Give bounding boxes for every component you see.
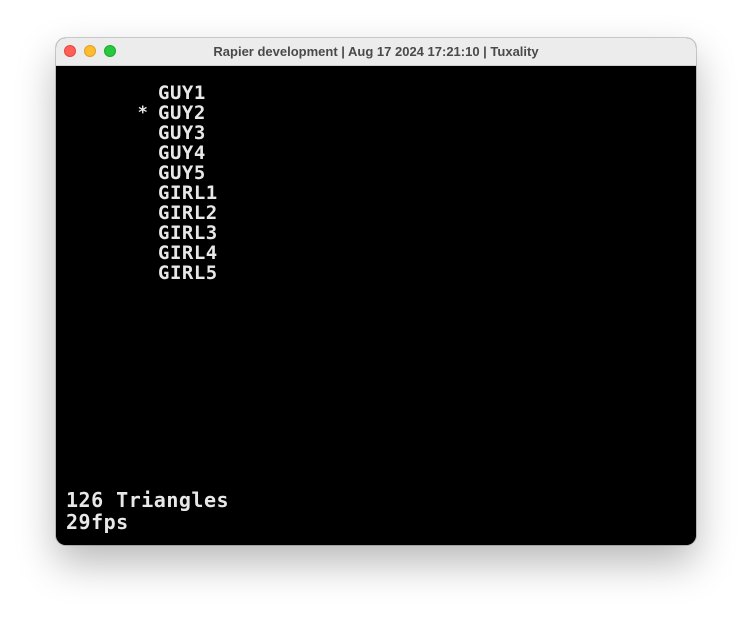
window-title: Rapier development | Aug 17 2024 17:21:1… — [213, 44, 539, 59]
menu-item-label: GIRL2 — [158, 202, 218, 224]
menu-item-label: GIRL3 — [158, 222, 218, 244]
menu-item-label: GUY2 — [158, 102, 206, 124]
debug-hud: 126 Triangles 29fps — [66, 489, 229, 533]
menu-item-label: GIRL5 — [158, 262, 218, 284]
menu-item-girl1[interactable]: GIRL1 — [134, 183, 218, 203]
menu-item-girl2[interactable]: GIRL2 — [134, 203, 218, 223]
menu-item-guy1[interactable]: GUY1 — [134, 83, 218, 103]
menu-item-label: GUY1 — [158, 82, 206, 104]
menu-item-guy2[interactable]: * GUY2 — [134, 103, 218, 123]
title-bar[interactable]: Rapier development | Aug 17 2024 17:21:1… — [56, 38, 696, 66]
menu-item-label: GIRL4 — [158, 242, 218, 264]
menu-item-guy5[interactable]: GUY5 — [134, 163, 218, 183]
menu-item-girl5[interactable]: GIRL5 — [134, 263, 218, 283]
menu-item-label: GUY3 — [158, 122, 206, 144]
menu-item-label: GIRL1 — [158, 182, 218, 204]
fps-counter: 29fps — [66, 510, 129, 534]
menu-item-label: GUY4 — [158, 142, 206, 164]
menu-item-guy4[interactable]: GUY4 — [134, 143, 218, 163]
selection-cursor: * — [137, 103, 149, 123]
menu-item-guy3[interactable]: GUY3 — [134, 123, 218, 143]
game-viewport[interactable]: GUY1 * GUY2 GUY3 GUY4 GUY5 GIRL1 GIRL2 G… — [56, 66, 696, 545]
app-window: Rapier development | Aug 17 2024 17:21:1… — [56, 38, 696, 545]
triangle-count: 126 Triangles — [66, 488, 230, 512]
menu-item-girl4[interactable]: GIRL4 — [134, 243, 218, 263]
menu-item-label: GUY5 — [158, 162, 206, 184]
character-select-menu: GUY1 * GUY2 GUY3 GUY4 GUY5 GIRL1 GIRL2 G… — [134, 83, 218, 283]
menu-item-girl3[interactable]: GIRL3 — [134, 223, 218, 243]
